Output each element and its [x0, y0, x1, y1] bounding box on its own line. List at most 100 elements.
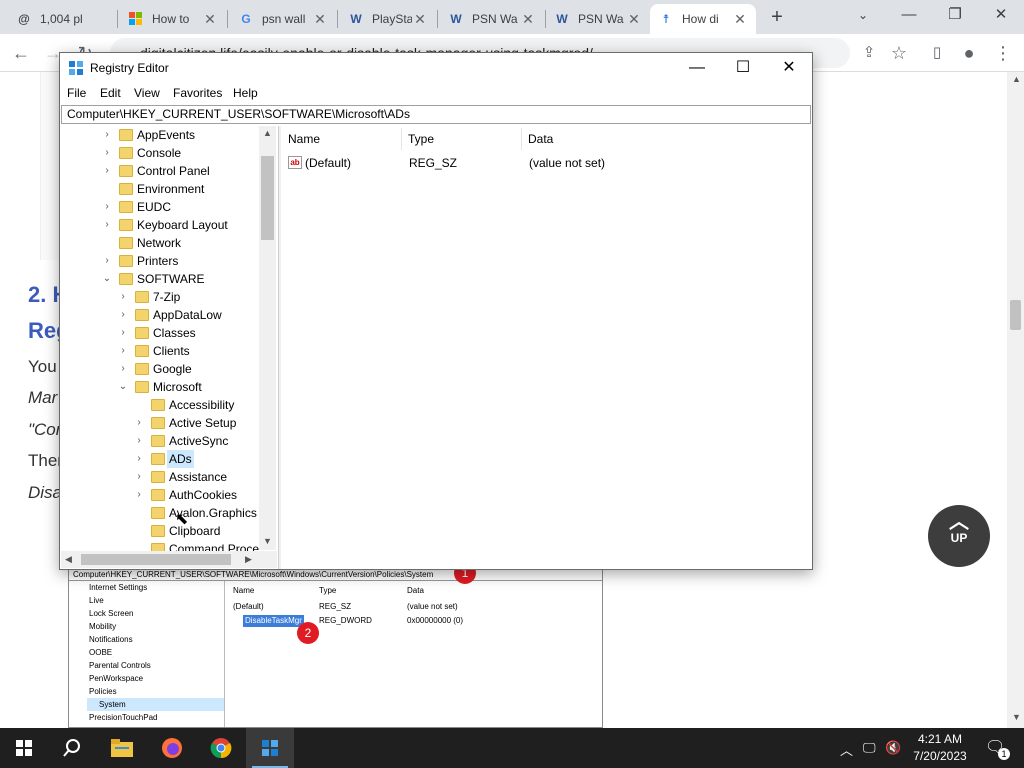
registry-tree[interactable]: › AppEvents › Console › Control Panel Envir… [61, 126, 277, 569]
tab-search-chevron-icon[interactable]: ⌄ [840, 0, 886, 30]
value-name[interactable]: (Default) [305, 154, 351, 172]
chevron-right-icon[interactable]: › [117, 342, 129, 360]
maximize-button[interactable]: ☐ [720, 53, 766, 83]
tree-node-label: ADs [167, 450, 194, 468]
bookmark-star-icon[interactable]: ☆ [886, 40, 912, 66]
scroll-down-arrow-icon[interactable]: ▼ [263, 536, 272, 546]
menu-favorites[interactable]: Favorites [173, 86, 222, 100]
page-scrollbar[interactable]: ▲ ▼ [1007, 72, 1024, 728]
close-button[interactable]: ✕ [978, 0, 1024, 30]
chevron-right-icon[interactable]: › [133, 414, 145, 432]
browser-tab[interactable]: @ 1,004 pl [8, 4, 116, 34]
registry-address-bar[interactable]: Computer\HKEY_CURRENT_USER\SOFTWARE\Micr… [61, 105, 811, 124]
volume-muted-icon[interactable]: 🔇 [885, 740, 901, 756]
scroll-right-arrow-icon[interactable]: ▶ [245, 554, 252, 565]
search-icon[interactable] [48, 728, 96, 768]
google-icon: G [241, 12, 251, 26]
tab-close-icon[interactable]: ✕ [312, 11, 328, 28]
browser-tab[interactable]: W PlayStat ✕ [340, 4, 436, 34]
browser-tab[interactable]: G psn wall ✕ [230, 4, 336, 34]
tab-separator [227, 10, 228, 28]
browser-tab-active[interactable]: ☨ How di ✕ [650, 4, 756, 34]
image-value-name-selected: DisableTaskMgr [243, 615, 304, 627]
scroll-down-arrow-icon[interactable]: ▼ [1012, 712, 1021, 722]
chevron-right-icon[interactable]: › [101, 252, 113, 270]
menu-help[interactable]: Help [233, 86, 258, 100]
start-icon[interactable] [0, 728, 48, 768]
column-header-name[interactable]: Name [282, 128, 402, 150]
profile-avatar-icon[interactable]: ● [956, 40, 982, 66]
chevron-right-icon[interactable]: › [133, 450, 145, 468]
chevron-right-icon[interactable]: › [101, 198, 113, 216]
file-explorer-icon[interactable] [98, 728, 146, 768]
tab-close-icon[interactable]: ✕ [732, 11, 748, 28]
share-icon[interactable]: ⇪ [856, 40, 882, 66]
tree-node-label: Google [153, 362, 192, 376]
chrome-icon[interactable] [197, 728, 245, 768]
chevron-right-icon[interactable]: › [133, 432, 145, 450]
folder-icon [135, 291, 149, 303]
chevron-right-icon[interactable]: › [117, 324, 129, 342]
tree-node-label: Active Setup [169, 416, 237, 430]
scroll-up-arrow-icon[interactable]: ▲ [263, 128, 272, 138]
tab-close-icon[interactable]: ✕ [412, 11, 428, 28]
article-text-line: "Cor [28, 420, 62, 439]
tree-horizontal-scrollbar-thumb[interactable] [81, 554, 231, 565]
tab-close-icon[interactable]: ✕ [520, 11, 536, 28]
restore-button[interactable]: ❐ [932, 0, 978, 30]
side-panel-icon[interactable]: ▯ [924, 40, 950, 66]
browser-tab[interactable]: How to ✕ [120, 4, 226, 34]
scroll-up-arrow-icon[interactable]: ▲ [1012, 74, 1021, 84]
browser-tab[interactable]: W PSN Wa ✕ [546, 4, 650, 34]
image-value-name: (Default) [233, 602, 264, 611]
scroll-left-arrow-icon[interactable]: ◀ [65, 554, 72, 565]
column-header-type[interactable]: Type [402, 128, 522, 150]
firefox-icon[interactable] [148, 728, 196, 768]
more-menu-icon[interactable]: ⋮ [990, 40, 1016, 66]
chevron-right-icon[interactable]: › [101, 144, 113, 162]
chevron-right-icon[interactable]: › [101, 126, 113, 144]
regedit-icon[interactable] [246, 728, 294, 768]
image-tree-item: Parental Controls [89, 661, 151, 670]
network-icon[interactable]: 🖵 [863, 740, 876, 756]
tab-separator [437, 10, 438, 28]
show-hidden-icons-chevron-icon[interactable]: ︿ [840, 740, 853, 759]
close-button[interactable]: ✕ [766, 53, 812, 83]
chevron-right-icon[interactable]: › [101, 162, 113, 180]
window-title-bar[interactable]: Registry Editor — ☐ ✕ [60, 53, 812, 83]
tree-vertical-scrollbar-thumb[interactable] [261, 156, 274, 240]
system-clock[interactable]: 4:21 AM 7/20/2023 [905, 731, 975, 765]
registry-value-list[interactable]: Name Type Data ab (Default) REG_SZ (valu… [282, 126, 812, 569]
column-header-data[interactable]: Data [522, 128, 722, 150]
chevron-right-icon[interactable]: › [133, 486, 145, 504]
scroll-to-top-button[interactable]: ︿ UP [928, 505, 990, 567]
image-tree-item: Policies [89, 687, 117, 696]
tree-horizontal-scrollbar[interactable]: ◀ ▶ [61, 551, 277, 568]
chevron-right-icon[interactable]: › [133, 468, 145, 486]
menu-file[interactable]: File [67, 86, 86, 100]
chevron-right-icon[interactable]: › [101, 216, 113, 234]
browser-tab[interactable]: W PSN Wa ✕ [440, 4, 544, 34]
chevron-right-icon[interactable]: › [117, 306, 129, 324]
chevron-down-icon[interactable]: ⌄ [117, 378, 129, 396]
minimize-button[interactable]: — [886, 0, 932, 30]
pane-splitter[interactable] [278, 126, 281, 569]
new-tab-button[interactable]: + [766, 6, 788, 28]
folder-icon [135, 381, 149, 393]
chevron-down-icon[interactable]: ⌄ [101, 270, 113, 288]
tab-close-icon[interactable]: ✕ [202, 11, 218, 28]
chevron-right-icon[interactable]: › [117, 360, 129, 378]
chevron-right-icon[interactable]: › [117, 288, 129, 306]
tab-close-icon[interactable]: ✕ [626, 11, 642, 28]
tree-node-label: AppEvents [137, 128, 196, 142]
article-text-line: Ther [28, 451, 63, 470]
image-tree-item: Lock Screen [89, 609, 134, 618]
image-value-type: REG_SZ [319, 602, 352, 611]
tree-vertical-scrollbar[interactable]: ▲ ▼ [259, 126, 276, 550]
menu-view[interactable]: View [134, 86, 160, 100]
page-scrollbar-thumb[interactable] [1010, 300, 1021, 330]
back-arrow-icon[interactable]: ← [8, 40, 34, 66]
tab-title: PlayStat [372, 12, 412, 26]
menu-edit[interactable]: Edit [100, 86, 121, 100]
minimize-button[interactable]: — [674, 53, 720, 83]
